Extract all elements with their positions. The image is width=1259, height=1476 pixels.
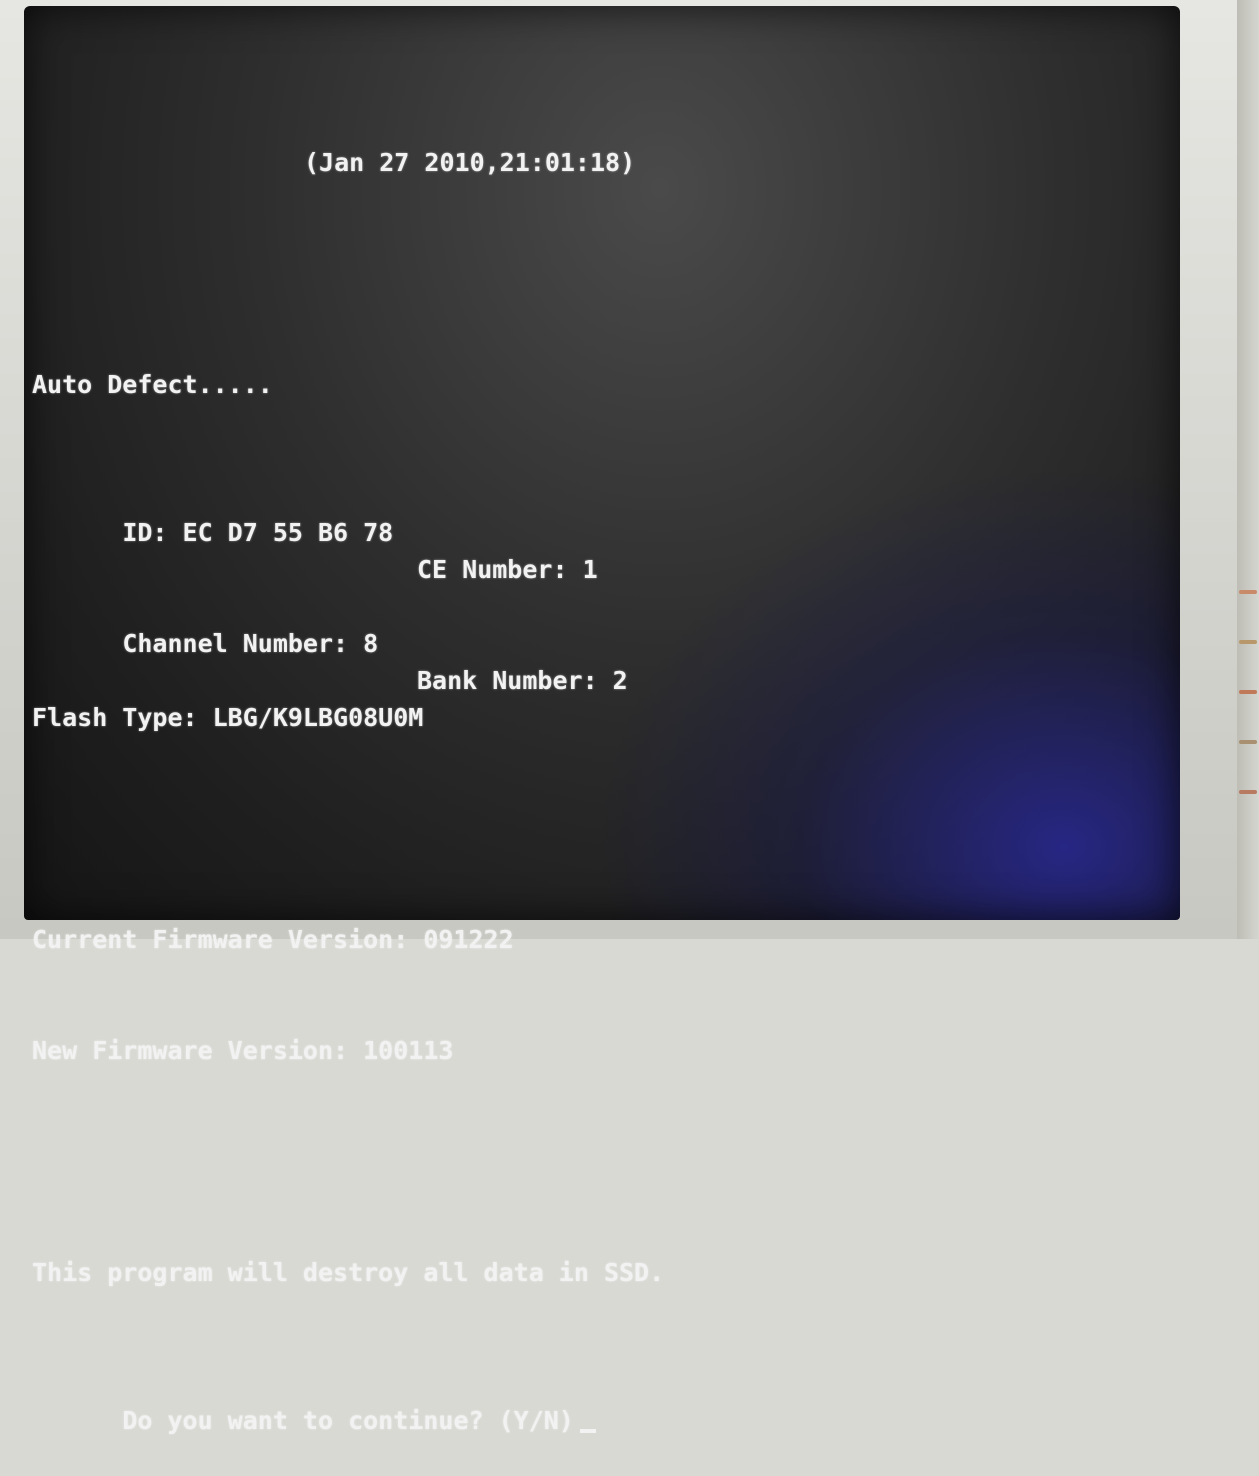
continue-prompt-row[interactable]: Do you want to continue? (Y/N) [32,1365,664,1435]
channel-number: Channel Number: 8 [122,629,379,658]
cable-wire [1239,740,1257,744]
bank-number: Bank Number: 2 [417,666,628,695]
side-cables [1237,0,1259,939]
console-output: (Jan 27 2010,21:01:18) Auto Defect..... … [32,70,664,1476]
current-firmware-version: Current Firmware Version: 091222 [32,925,514,954]
cable-wire [1239,690,1257,694]
text-cursor[interactable] [579,1429,596,1433]
auto-defect-line: Auto Defect..... [32,370,273,399]
continue-prompt: Do you want to continue? (Y/N) [122,1406,574,1435]
destroy-warning: This program will destroy all data in SS… [32,1258,665,1287]
monitor-screen: (Jan 27 2010,21:01:18) Auto Defect..... … [24,6,1180,1435]
flash-type: Flash Type: LBG/K9LBG08U0M [32,703,424,732]
cable-wire [1239,790,1257,794]
cable-wire [1239,590,1257,594]
cable-wire [1239,640,1257,644]
channel-row: Channel Number: 8 Bank Number: 2 [32,588,664,695]
build-timestamp: (Jan 27 2010,21:01:18) [304,148,636,177]
flash-id: ID: EC D7 55 B6 78 [122,518,394,547]
new-firmware-version: New Firmware Version: 100113 [32,1036,454,1065]
id-row: ID: EC D7 55 B6 78 CE Number: 1 [32,477,664,584]
ce-number: CE Number: 1 [417,555,598,584]
